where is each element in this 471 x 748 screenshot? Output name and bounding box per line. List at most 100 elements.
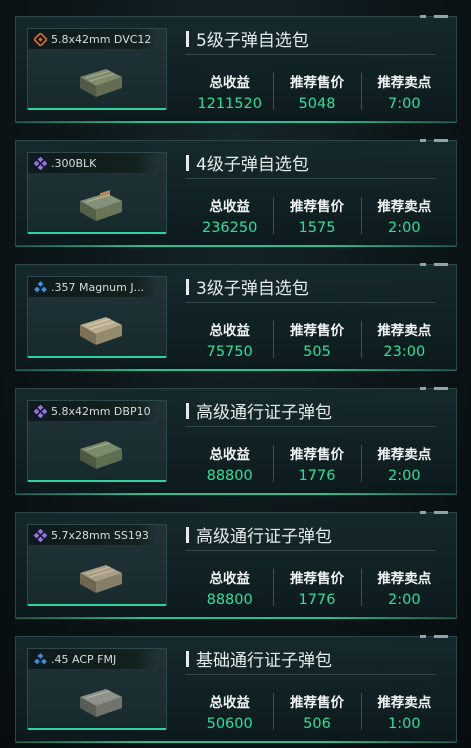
- total-income-label: 总收益: [209, 199, 250, 215]
- recommended-sell-label: 推荐卖点: [377, 695, 432, 711]
- item-name: 5.8x42mm DVC12: [51, 32, 152, 46]
- recommended-price-label: 推荐售价: [289, 695, 344, 711]
- recommended-sell-stat: 推荐卖点 7:00: [360, 67, 448, 112]
- title-bar-marker: [186, 278, 189, 295]
- item-tag: .45 ACP FMJ: [28, 649, 156, 669]
- pack-title: 3级子弹自选包: [186, 274, 309, 299]
- recommended-sell-label: 推荐卖点: [377, 323, 432, 339]
- purple-rarity-diamond-icon: [33, 156, 47, 170]
- ammo-pack-card[interactable]: .45 ACP FMJ 基础通行证子弹包 总收益 50600 推荐售价 506 推荐…: [15, 635, 457, 743]
- pack-title-text: 高级通行证子弹包: [196, 403, 332, 423]
- total-income-value: 50600: [206, 716, 253, 732]
- ammo-pack-card[interactable]: .300BLK 4级子弹自选包 总收益 236250 推荐售价 1575 推荐卖点 2…: [15, 139, 457, 247]
- recommended-price-label: 推荐售价: [289, 199, 344, 215]
- total-income-value: 1211520: [197, 96, 262, 112]
- ammo-box-image: [80, 189, 122, 221]
- pack-title-text: 4级子弹自选包: [196, 155, 309, 175]
- recommended-price-label: 推荐售价: [289, 571, 344, 587]
- card-bottom-glow: [16, 741, 456, 743]
- card-bottom-glow: [16, 121, 456, 123]
- recommended-price-label: 推荐售价: [289, 75, 344, 91]
- card-bottom-glow: [16, 369, 456, 371]
- item-tag: .300BLK: [28, 153, 156, 173]
- thumbnail-underline: [28, 480, 166, 482]
- ammo-pack-card[interactable]: 5.8x42mm DVC12 5级子弹自选包 总收益 1211520 推荐售价 50…: [15, 15, 457, 123]
- blue-rarity-diamond-icon: [33, 280, 47, 294]
- recommended-sell-stat: 推荐卖点 23:00: [360, 315, 448, 360]
- title-divider: [186, 178, 436, 179]
- title-divider: [186, 550, 436, 551]
- purple-rarity-diamond-icon: [33, 528, 47, 542]
- recommended-sell-stat: 推荐卖点 2:00: [360, 439, 448, 484]
- ammo-pack-card[interactable]: 5.8x42mm DBP10 高级通行证子弹包 总收益 88800 推荐售价 177…: [15, 387, 457, 495]
- total-income-stat: 总收益 50600: [186, 687, 273, 732]
- item-name: 5.8x42mm DBP10: [51, 404, 151, 418]
- pack-title-text: 基础通行证子弹包: [196, 651, 332, 671]
- total-income-value: 88800: [206, 592, 253, 608]
- item-thumbnail[interactable]: .357 Magnum J...: [27, 276, 167, 358]
- recommended-sell-stat: 推荐卖点 2:00: [360, 191, 448, 236]
- stats-row: 总收益 88800 推荐售价 1776 推荐卖点 2:00: [186, 563, 448, 608]
- ammo-pack-card[interactable]: .357 Magnum J... 3级子弹自选包 总收益 75750 推荐售价 50…: [15, 263, 457, 371]
- recommended-price-value: 1776: [298, 592, 336, 608]
- recommended-sell-value: 2:00: [388, 592, 421, 608]
- total-income-stat: 总收益 88800: [186, 439, 273, 484]
- recommended-price-value: 505: [303, 344, 331, 360]
- blue-rarity-diamond-icon: [33, 652, 47, 666]
- item-thumbnail[interactable]: 5.7x28mm SS193: [27, 524, 167, 606]
- ammo-pack-card[interactable]: 5.7x28mm SS193 高级通行证子弹包 总收益 88800 推荐售价 177…: [15, 511, 457, 619]
- total-income-label: 总收益: [209, 323, 250, 339]
- recommended-price-value: 1575: [298, 220, 336, 236]
- item-name: .357 Magnum J...: [51, 280, 145, 294]
- stats-row: 总收益 1211520 推荐售价 5048 推荐卖点 7:00: [186, 67, 448, 112]
- item-thumbnail[interactable]: 5.8x42mm DBP10: [27, 400, 167, 482]
- recommended-price-stat: 推荐售价 1776: [273, 439, 360, 484]
- title-bar-marker: [186, 526, 189, 543]
- card-bottom-glow: [16, 245, 456, 247]
- thumbnail-underline: [28, 356, 166, 358]
- recommended-sell-value: 2:00: [388, 220, 421, 236]
- total-income-stat: 总收益 75750: [186, 315, 273, 360]
- recommended-sell-stat: 推荐卖点 1:00: [360, 687, 448, 732]
- pack-title: 4级子弹自选包: [186, 150, 309, 175]
- title-bar-marker: [186, 154, 189, 171]
- ammo-box-image: [80, 317, 122, 345]
- recommended-price-value: 1776: [298, 468, 336, 484]
- purple-rarity-diamond-icon: [33, 404, 47, 418]
- card-bottom-glow: [16, 617, 456, 619]
- recommended-price-label: 推荐售价: [289, 447, 344, 463]
- pack-title: 5级子弹自选包: [186, 26, 309, 51]
- recommended-price-stat: 推荐售价 1776: [273, 563, 360, 608]
- pack-title: 高级通行证子弹包: [186, 522, 332, 547]
- total-income-stat: 总收益 236250: [186, 191, 273, 236]
- recommended-sell-label: 推荐卖点: [377, 571, 432, 587]
- stats-row: 总收益 88800 推荐售价 1776 推荐卖点 2:00: [186, 439, 448, 484]
- item-name: 5.7x28mm SS193: [51, 528, 149, 542]
- stats-row: 总收益 75750 推荐售价 505 推荐卖点 23:00: [186, 315, 448, 360]
- total-income-label: 总收益: [209, 695, 250, 711]
- recommended-sell-stat: 推荐卖点 2:00: [360, 563, 448, 608]
- total-income-value: 236250: [201, 220, 258, 236]
- title-divider: [186, 302, 436, 303]
- total-income-label: 总收益: [209, 571, 250, 587]
- recommended-sell-value: 1:00: [388, 716, 421, 732]
- title-bar-marker: [186, 650, 189, 667]
- stats-row: 总收益 236250 推荐售价 1575 推荐卖点 2:00: [186, 191, 448, 236]
- pack-title-text: 3级子弹自选包: [196, 279, 309, 299]
- ammo-box-image: [80, 441, 122, 469]
- item-tag: 5.7x28mm SS193: [28, 525, 156, 545]
- ammo-box-image: [80, 69, 122, 97]
- recommended-price-stat: 推荐售价 5048: [273, 67, 360, 112]
- stats-row: 总收益 50600 推荐售价 506 推荐卖点 1:00: [186, 687, 448, 732]
- title-bar-marker: [186, 402, 189, 419]
- title-divider: [186, 54, 436, 55]
- item-thumbnail[interactable]: .45 ACP FMJ: [27, 648, 167, 730]
- item-name: .45 ACP FMJ: [51, 652, 117, 666]
- ammo-box-image: [80, 689, 122, 717]
- thumbnail-underline: [28, 728, 166, 730]
- item-thumbnail[interactable]: 5.8x42mm DVC12: [27, 28, 167, 110]
- pack-title-text: 高级通行证子弹包: [196, 527, 332, 547]
- item-thumbnail[interactable]: .300BLK: [27, 152, 167, 234]
- recommended-price-stat: 推荐售价 505: [273, 315, 360, 360]
- orange-rarity-diamond-icon: [33, 32, 47, 46]
